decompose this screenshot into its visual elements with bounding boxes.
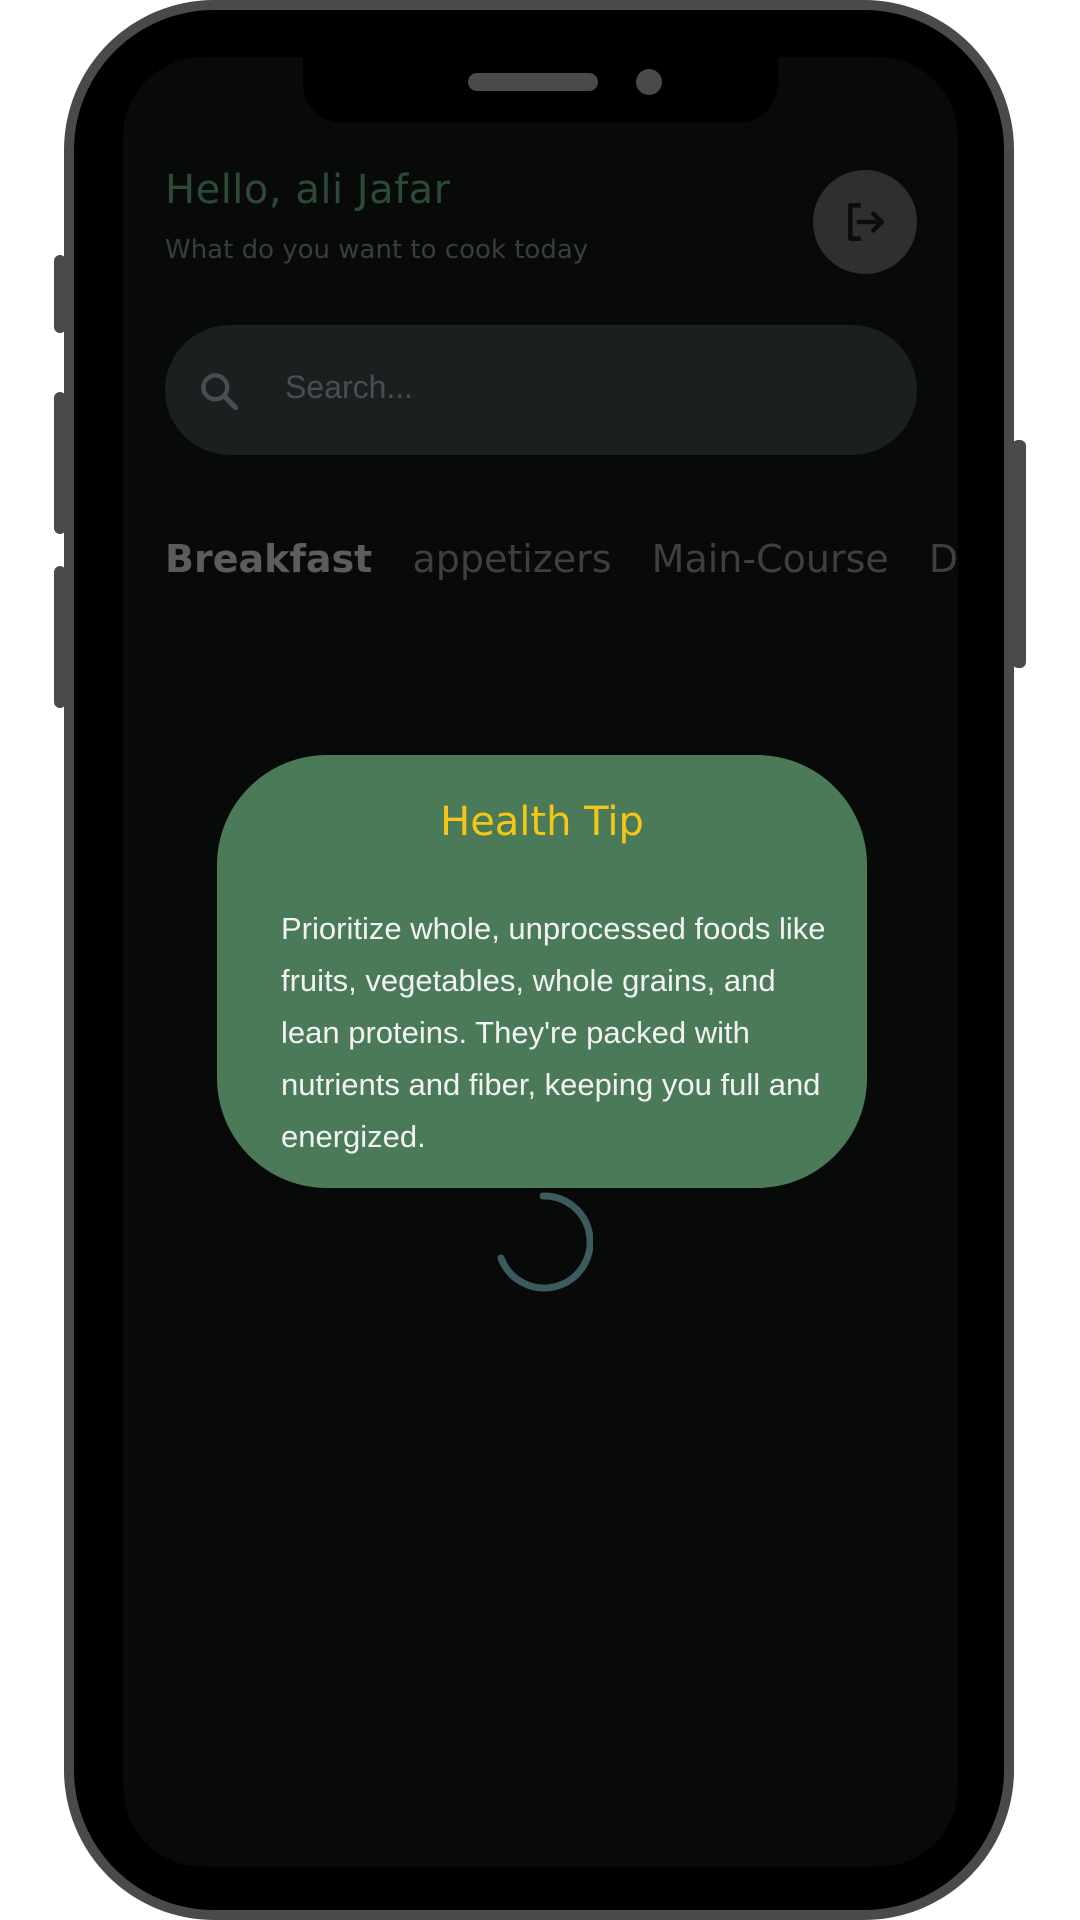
tip-title: Health Tip: [440, 799, 644, 845]
notch: [303, 57, 778, 123]
app-screen: Hello, ali Jafar What do you want to coo…: [123, 57, 958, 1867]
health-tip-card: Health Tip Prioritize whole, unprocessed…: [217, 755, 867, 1188]
search-input[interactable]: Search...: [285, 369, 413, 406]
category-tabs: Breakfast appetizers Main-Course Dessert…: [165, 537, 958, 581]
logout-icon: [848, 203, 884, 241]
tab-desserts[interactable]: Desserts: [929, 537, 958, 581]
power-button: [1012, 440, 1026, 668]
greeting-title: Hello, ali Jafar: [165, 167, 451, 213]
volume-down-button: [54, 566, 66, 708]
tab-appetizers[interactable]: appetizers: [412, 537, 611, 581]
tab-breakfast[interactable]: Breakfast: [165, 537, 372, 581]
search-bar[interactable]: Search...: [165, 325, 917, 455]
volume-up-button: [54, 392, 66, 534]
loading-spinner-icon: [497, 1192, 593, 1292]
search-icon: [201, 373, 239, 411]
tab-main-course[interactable]: Main-Course: [652, 537, 889, 581]
speaker-grille: [468, 73, 598, 91]
tip-body: Prioritize whole, unprocessed foods like…: [281, 911, 826, 1154]
logout-button[interactable]: [813, 170, 917, 274]
front-camera: [636, 69, 662, 95]
greeting-subtitle: What do you want to cook today: [165, 235, 589, 265]
mute-switch: [54, 255, 66, 333]
